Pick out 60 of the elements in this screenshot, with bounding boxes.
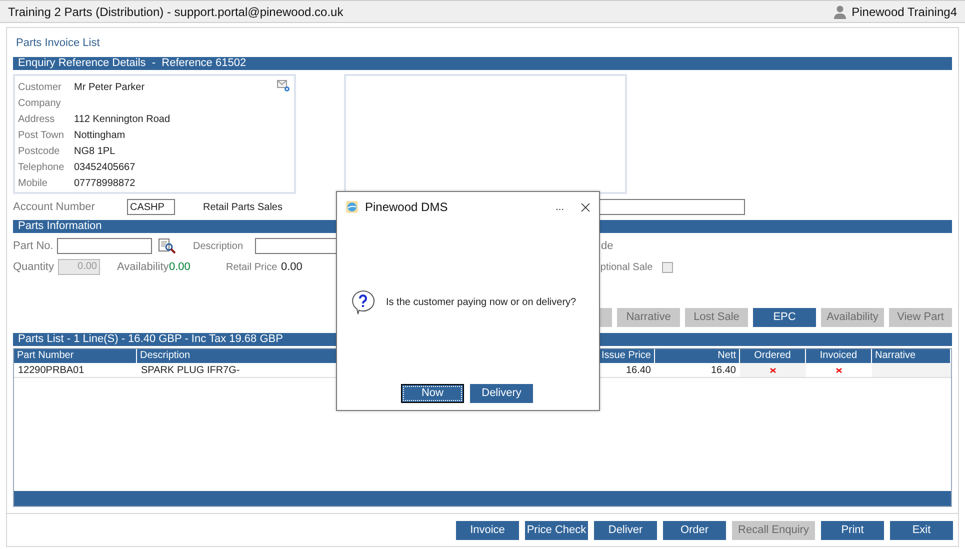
account-field[interactable]: CASHP xyxy=(127,199,175,215)
quantity-field: 0.00 xyxy=(58,259,100,275)
description-field[interactable] xyxy=(255,238,337,254)
table-cell-text: SPARK PLUG IFR7G- xyxy=(140,364,241,377)
field-label: Description xyxy=(193,240,244,254)
action-button[interactable]: Deliver xyxy=(594,520,657,540)
field-value: Nottingham xyxy=(74,128,126,142)
field-label: Post Town xyxy=(18,128,65,142)
column-header[interactable]: Ordered xyxy=(740,349,806,363)
field-label: Company xyxy=(18,96,62,110)
text-field[interactable] xyxy=(599,199,745,215)
column-header[interactable]: Invoiced xyxy=(806,349,872,363)
question-icon xyxy=(350,289,376,315)
section-header: Enquiry Reference Details - Reference 61502 xyxy=(13,57,952,70)
field-label: ptional Sale xyxy=(600,260,654,274)
user-icon xyxy=(832,4,847,18)
action-button[interactable]: Price Check xyxy=(525,520,588,540)
field-label: Availability xyxy=(117,260,169,275)
field-label: Postcode xyxy=(18,144,61,158)
field-label: de xyxy=(601,238,614,254)
action-button[interactable]: EPC xyxy=(753,308,816,327)
table-cell-text: 12290PRBA01 xyxy=(17,364,86,377)
action-button[interactable]: Order xyxy=(663,520,726,540)
dialog-title: Pinewood DMS xyxy=(365,199,448,216)
field-label: Mobile xyxy=(18,176,48,190)
availability-value: 0.00 xyxy=(169,260,192,275)
field-label: Part No. xyxy=(13,238,54,254)
dialog-message: Is the customer paying now or on delivery? xyxy=(386,296,576,310)
table-cell-text: 16.40 xyxy=(624,364,652,377)
table-cell-text: 16.40 xyxy=(710,364,737,377)
part-number-field[interactable] xyxy=(57,238,152,254)
field-value: 07778998872 xyxy=(74,176,136,190)
action-button[interactable]: Exit xyxy=(890,520,953,540)
retail-price-value: 0.00 xyxy=(281,260,302,275)
action-button[interactable]: Invoice xyxy=(456,520,519,540)
account-name: Retail Parts Sales xyxy=(203,200,282,214)
column-header[interactable]: Part Number xyxy=(14,349,137,363)
checkbox[interactable] xyxy=(662,262,674,272)
field-value: 03452405667 xyxy=(74,160,136,174)
field-value: 112 Kennington Road xyxy=(74,112,170,126)
window-title: Training 2 Parts (Distribution) - support.portal@pinewood.co.uk xyxy=(8,4,344,20)
column-header[interactable]: Nett xyxy=(655,349,740,363)
field-label: Quantity xyxy=(13,260,55,275)
field-label: Account Number xyxy=(13,200,96,215)
more-button[interactable]: ... xyxy=(556,200,564,214)
email-settings-icon[interactable] xyxy=(277,80,290,92)
field-value: Mr Peter Parker xyxy=(74,80,145,94)
action-button[interactable]: Print xyxy=(821,520,884,540)
search-icon[interactable] xyxy=(158,238,176,254)
field-label: Address xyxy=(18,112,56,126)
column-header[interactable]: Narrative xyxy=(872,349,951,363)
user-name: Pinewood Training4 xyxy=(852,4,957,20)
field-label: Retail Price xyxy=(226,260,278,274)
globe-icon xyxy=(345,200,359,214)
dialog-button[interactable]: Delivery xyxy=(470,384,533,403)
dialog-button[interactable]: Now xyxy=(401,384,464,403)
page-title: Parts Invoice List xyxy=(16,36,100,52)
field-label: Customer xyxy=(18,80,62,94)
field-label: Telephone xyxy=(18,160,66,174)
field-value: NG8 1PL xyxy=(74,144,116,158)
